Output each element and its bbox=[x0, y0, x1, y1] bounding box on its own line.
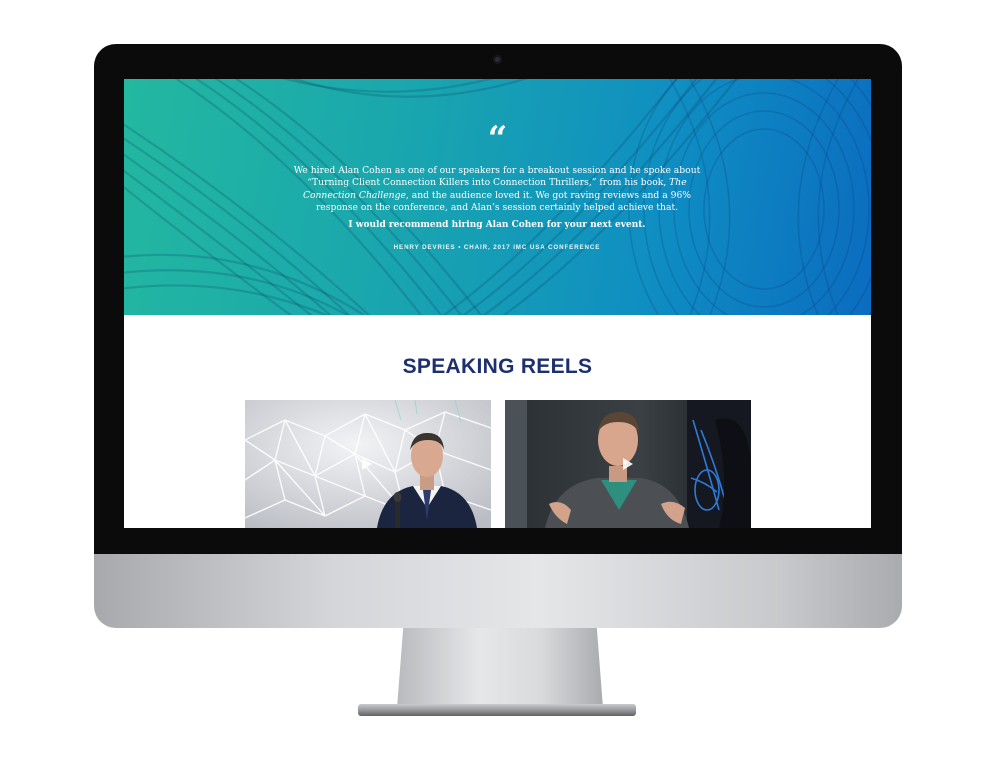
testimonial-section: “ We hired Alan Cohen as one of our spea… bbox=[124, 79, 871, 315]
speaking-reel-video-2[interactable] bbox=[505, 400, 751, 528]
testimonial-text: We hired Alan Cohen as one of our speake… bbox=[292, 165, 702, 215]
speaking-reel-video-1[interactable] bbox=[245, 400, 491, 528]
monitor-stand-neck bbox=[397, 628, 603, 708]
testimonial-text-part-1: We hired Alan Cohen as one of our speake… bbox=[293, 165, 701, 189]
speaking-reels-heading: SPEAKING REELS bbox=[402, 355, 593, 378]
quote-mark: “ bbox=[487, 119, 508, 159]
monitor-chin bbox=[94, 554, 902, 628]
testimonial-recommendation: I would recommend hiring Alan Cohen for … bbox=[348, 220, 646, 230]
webpage-screen: “ We hired Alan Cohen as one of our spea… bbox=[124, 79, 871, 528]
camera-icon bbox=[493, 55, 502, 64]
imac-mockup: “ We hired Alan Cohen as one of our spea… bbox=[0, 0, 1000, 759]
testimonial-attribution: HENRY DEVRIES • CHAIR, 2017 IMC USA CONF… bbox=[393, 244, 601, 251]
play-icon[interactable] bbox=[623, 458, 633, 470]
monitor-stand-foot bbox=[358, 704, 636, 716]
play-icon[interactable] bbox=[362, 458, 372, 470]
